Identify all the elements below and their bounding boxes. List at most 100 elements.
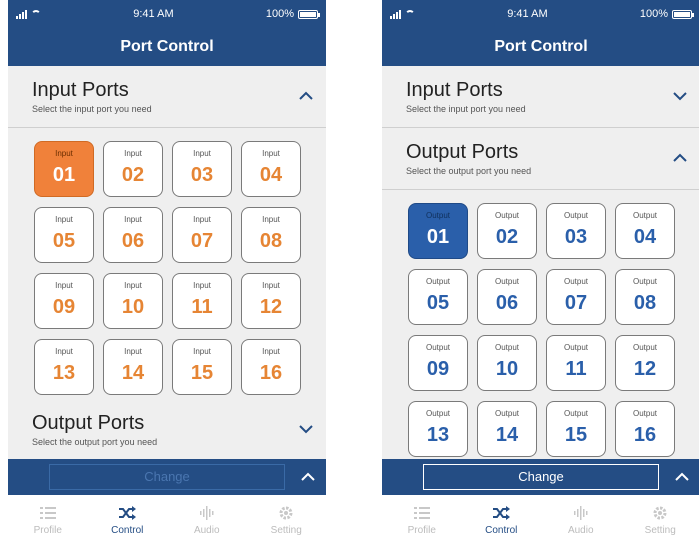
port-type-label: Input bbox=[55, 149, 73, 158]
port-type-label: Output bbox=[494, 211, 519, 220]
input-port-button[interactable]: Input 01 bbox=[34, 141, 94, 197]
section-title: Output Ports bbox=[406, 141, 519, 163]
page-title: Port Control bbox=[382, 28, 699, 66]
output-port-button[interactable]: Output 10 bbox=[477, 335, 537, 391]
output-port-button[interactable]: Output 13 bbox=[408, 401, 468, 457]
input-port-button[interactable]: Input 07 bbox=[172, 207, 232, 263]
port-number: 15 bbox=[190, 362, 214, 384]
port-type-label: Output bbox=[563, 409, 588, 418]
gear-icon bbox=[621, 504, 699, 522]
input-port-button[interactable]: Input 09 bbox=[34, 273, 94, 329]
change-bar: Change bbox=[382, 459, 699, 495]
input-port-button[interactable]: Input 13 bbox=[34, 339, 94, 395]
status-left bbox=[16, 9, 41, 19]
input-port-button[interactable]: Input 16 bbox=[241, 339, 301, 395]
port-type-label: Output bbox=[425, 211, 450, 220]
chevron-down-icon[interactable] bbox=[298, 423, 314, 435]
input-port-button[interactable]: Input 10 bbox=[103, 273, 163, 329]
input-port-button[interactable]: Input 03 bbox=[172, 141, 232, 197]
port-type-label: Input bbox=[193, 149, 211, 158]
section-title: Input Ports bbox=[32, 79, 129, 101]
shuffle-icon bbox=[462, 504, 542, 522]
input-ports-header[interactable]: Input Ports Select the input port you ne… bbox=[8, 66, 326, 128]
port-type-label: Output bbox=[632, 409, 657, 418]
tab-label: Control bbox=[111, 525, 144, 536]
output-port-grid: Output 01 Output 02 Output 03 Output 04 Output 05… bbox=[382, 190, 699, 457]
output-port-button[interactable]: Output 12 bbox=[615, 335, 675, 391]
content-area: Input Ports Select the input port you ne… bbox=[8, 66, 326, 459]
port-type-label: Input bbox=[193, 281, 211, 290]
port-number: 01 bbox=[426, 226, 450, 248]
input-port-button[interactable]: Input 05 bbox=[34, 207, 94, 263]
port-type-label: Output bbox=[494, 343, 519, 352]
tab-setting[interactable]: Setting bbox=[247, 495, 327, 543]
input-ports-header[interactable]: Input Ports Select the input port you ne… bbox=[382, 66, 699, 128]
list-icon bbox=[8, 504, 88, 522]
port-type-label: Input bbox=[124, 281, 142, 290]
tab-setting[interactable]: Setting bbox=[621, 495, 699, 543]
output-port-button[interactable]: Output 16 bbox=[615, 401, 675, 457]
signal-icon bbox=[16, 9, 27, 19]
output-port-button[interactable]: Output 08 bbox=[615, 269, 675, 325]
section-title: Input Ports bbox=[406, 79, 503, 101]
input-port-button[interactable]: Input 02 bbox=[103, 141, 163, 197]
chevron-down-icon[interactable] bbox=[672, 90, 688, 102]
change-button[interactable]: Change bbox=[423, 464, 659, 490]
input-port-button[interactable]: Input 04 bbox=[241, 141, 301, 197]
wifi-icon bbox=[405, 10, 415, 18]
output-port-button[interactable]: Output 05 bbox=[408, 269, 468, 325]
wifi-icon bbox=[31, 10, 41, 18]
port-type-label: Output bbox=[494, 277, 519, 286]
change-bar: Change bbox=[8, 459, 326, 495]
port-type-label: Output bbox=[563, 343, 588, 352]
chevron-up-icon[interactable] bbox=[672, 152, 688, 164]
battery-percent: 100% bbox=[639, 8, 668, 20]
output-port-button[interactable]: Output 03 bbox=[546, 203, 606, 259]
output-port-button[interactable]: Output 07 bbox=[546, 269, 606, 325]
battery-icon bbox=[672, 9, 694, 19]
tab-label: Control bbox=[485, 525, 518, 536]
chevron-up-icon[interactable] bbox=[300, 470, 316, 488]
port-type-label: Output bbox=[425, 343, 450, 352]
status-right: 100% bbox=[266, 8, 320, 20]
output-port-button[interactable]: Output 02 bbox=[477, 203, 537, 259]
output-port-button[interactable]: Output 14 bbox=[477, 401, 537, 457]
input-port-button[interactable]: Input 12 bbox=[241, 273, 301, 329]
output-ports-header[interactable]: Output Ports Select the output port you … bbox=[8, 399, 326, 459]
tab-audio[interactable]: Audio bbox=[167, 495, 247, 543]
status-bar: 9:41 AM 100% bbox=[8, 0, 326, 28]
tab-profile[interactable]: Profile bbox=[382, 495, 462, 543]
port-type-label: Input bbox=[262, 215, 280, 224]
port-type-label: Input bbox=[124, 347, 142, 356]
output-port-button[interactable]: Output 09 bbox=[408, 335, 468, 391]
section-subtitle: Select the input port you need bbox=[406, 104, 526, 114]
port-type-label: Input bbox=[55, 281, 73, 290]
gear-icon bbox=[247, 504, 327, 522]
tab-control[interactable]: Control bbox=[88, 495, 168, 543]
output-port-button[interactable]: Output 15 bbox=[546, 401, 606, 457]
tab-audio[interactable]: Audio bbox=[541, 495, 621, 543]
port-type-label: Output bbox=[563, 277, 588, 286]
port-type-label: Output bbox=[632, 211, 657, 220]
input-port-button[interactable]: Input 14 bbox=[103, 339, 163, 395]
status-right: 100% bbox=[639, 8, 694, 20]
port-number: 06 bbox=[495, 292, 519, 314]
output-ports-header[interactable]: Output Ports Select the output port you … bbox=[382, 128, 699, 190]
port-type-label: Input bbox=[262, 281, 280, 290]
tab-profile[interactable]: Profile bbox=[8, 495, 88, 543]
chevron-up-icon[interactable] bbox=[298, 90, 314, 102]
chevron-up-icon[interactable] bbox=[674, 470, 690, 488]
output-port-button[interactable]: Output 01 bbox=[408, 203, 468, 259]
audio-wave-icon bbox=[167, 504, 247, 522]
input-port-button[interactable]: Input 06 bbox=[103, 207, 163, 263]
port-type-label: Output bbox=[563, 211, 588, 220]
change-button[interactable]: Change bbox=[49, 464, 285, 490]
input-port-button[interactable]: Input 08 bbox=[241, 207, 301, 263]
tab-control[interactable]: Control bbox=[462, 495, 542, 543]
input-port-button[interactable]: Input 15 bbox=[172, 339, 232, 395]
output-port-button[interactable]: Output 04 bbox=[615, 203, 675, 259]
output-port-button[interactable]: Output 06 bbox=[477, 269, 537, 325]
port-number: 13 bbox=[426, 424, 450, 446]
output-port-button[interactable]: Output 11 bbox=[546, 335, 606, 391]
input-port-button[interactable]: Input 11 bbox=[172, 273, 232, 329]
